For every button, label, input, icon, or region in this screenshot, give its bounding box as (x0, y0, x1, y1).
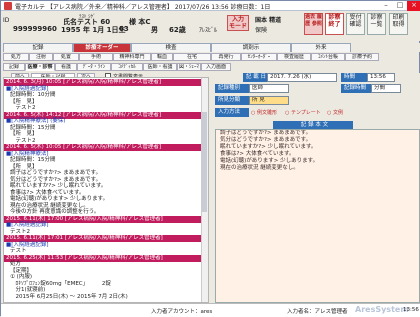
subtab-exam-history[interactable]: 検査履歴 (277, 53, 311, 61)
subtab-input[interactable]: 入力画面 (201, 63, 231, 71)
tab-exam[interactable]: 検査 (131, 43, 211, 52)
editor-line: 調子はどうですか?> まあまあです。 (220, 130, 312, 136)
editor-line: 現在の治療状況 継続変更なし。 (220, 165, 299, 171)
duration-label: 記録時間 (341, 84, 371, 93)
app-window: 電子カルテ 【アレス病院／外来／精神科／アレス管理者】 2017/07/26 1… (0, 0, 420, 317)
subtab-comment[interactable]: ｺﾒﾝﾄ台帳 (311, 53, 345, 61)
status-time: 13:56 (403, 307, 419, 313)
exam-list-button[interactable]: 診察 一覧 (367, 13, 386, 35)
patient-sex: 男 (151, 26, 158, 34)
status-bar: 入力者アカウント：ares 入力者名：アレス管理者 AresSystem 13:… (1, 303, 420, 317)
subtab-nursing[interactable]: 看護 (55, 63, 77, 71)
input-mode-button[interactable]: 入力 モード (227, 15, 249, 31)
subtab-reserve[interactable]: 診療予約 (345, 53, 379, 61)
input-opt-template[interactable]: ○ 例文雛形 (251, 109, 277, 116)
scroll-thumb[interactable] (202, 112, 207, 212)
reception-button[interactable]: 受付 確認 (346, 13, 365, 35)
input-opt-tmpl[interactable]: ○ テンプレート (285, 109, 321, 116)
print-button[interactable]: 印刷 取得 (389, 13, 408, 35)
tab-orders[interactable]: 診療オーダー (73, 43, 131, 52)
window-title: 電子カルテ 【アレス病院／外来／精神科／アレス管理者】 2017/07/26 1… (15, 4, 271, 11)
maximize-icon[interactable]: □ (393, 1, 407, 11)
record-line: 2015年 6月25日(木) ～ 2015年 7月 2日(木) (10, 293, 128, 300)
minimize-icon[interactable]: – (379, 1, 393, 11)
insurance-sub: 保険 (255, 27, 268, 34)
date-field[interactable]: 2017. 7.26 (水) (267, 73, 337, 82)
patient-doctor: 様 本C (129, 18, 151, 26)
subtab-inject[interactable]: 注射 (29, 53, 53, 61)
tab-records[interactable]: 記録 (3, 43, 73, 52)
status-account: 入力者アカウント：ares (151, 309, 213, 315)
tab-outpatient[interactable]: 外来 (291, 43, 351, 52)
subtab-center[interactable]: ｾﾝﾀｰｵｰﾀﾞｰ (241, 53, 277, 61)
time-label: 時間 (341, 73, 367, 82)
order-subtabs: 処方 注射 処置 手術 精神科専門 輸血 在宅 再発行 ｾﾝﾀｰｵｰﾀﾞｰ 検査… (1, 53, 420, 62)
editor-line: 電話(幻聴)があります> 少しあります。 (220, 158, 319, 164)
type-select[interactable]: 医師 (249, 84, 289, 93)
editor-line: 食事は?> 大体食べています。 (220, 151, 295, 157)
insurance-name: 国本 精道 (255, 17, 282, 24)
type-label: 記録種別 (215, 84, 249, 93)
subtab-home[interactable]: 在宅 (173, 53, 211, 61)
category-label: 所見分類 (215, 96, 249, 105)
record-scrollbar[interactable] (201, 78, 208, 302)
subtab-procedure[interactable]: 処置 (53, 53, 79, 61)
close-icon[interactable]: × (407, 1, 420, 11)
record-subtabs: 記録 医療・診察 看護 ﾃﾞｰﾀ・ﾗｲﾝ ｺﾒﾃﾞｨｶﾙ 医師・看護 図・ｼｪｰ… (1, 63, 420, 72)
history-button[interactable]: 過去 履歴 参照 (304, 13, 323, 35)
patient-age-years: 62歳 (169, 26, 186, 34)
status-user: 入力者名：アレス管理者 (287, 309, 348, 315)
patient-id-label: ID (3, 17, 10, 24)
watermark: AresSystem (355, 305, 409, 314)
title-bar: 電子カルテ 【アレス病院／外来／精神科／アレス管理者】 2017/07/26 1… (1, 1, 420, 11)
subtab-schema[interactable]: 図・ｼｪｰﾏ (177, 63, 201, 71)
patient-name: 氏名テスト 60 (63, 18, 111, 26)
subtab-surgery[interactable]: 手術 (79, 53, 113, 61)
app-icon (4, 2, 12, 10)
input-opt-example[interactable]: ○ 文例 (327, 109, 343, 116)
patient-age: 63 (119, 25, 129, 33)
subtab-reissue[interactable]: 再発行 (211, 53, 241, 61)
subtab-rx[interactable]: 処方 (3, 53, 29, 61)
subtab-doctor-nurse[interactable]: 医師・看護 (143, 63, 177, 71)
patient-ward: ｱﾚｽﾋﾞﾙ (199, 27, 218, 34)
main-tab-bar: 記録 診療オーダー 検査 調剤示 外来 (1, 43, 420, 52)
tab-dispense[interactable]: 調剤示 (211, 43, 291, 52)
duration-field[interactable]: 分間 (371, 84, 401, 93)
subtab-dataline[interactable]: ﾃﾞｰﾀ・ﾗｲﾝ (77, 63, 111, 71)
time-field[interactable]: 13:56 (367, 73, 395, 82)
editor-line: 気分はどうですか?> まあまあです。 (220, 137, 312, 143)
record-list[interactable]: 2014. 6. 3(月) 10:05 [アレス病院/入院/精神科/アレス管理者… (3, 77, 209, 303)
record-body-editor[interactable]: 調子はどうですか?> まあまあです。 気分はどうですか?> まあまあです。 眠れてい… (215, 129, 420, 303)
subtab-record[interactable]: 記録 (3, 63, 25, 71)
input-method-label: 入力方法 (215, 108, 249, 117)
patient-id: 999999960 (13, 25, 57, 33)
date-label: 記 載 日 (243, 73, 267, 82)
patient-header: ID 999999960 1955 年 1月 1日生 63 ﾃｽﾄ ｼｹﾞ 氏名… (1, 11, 420, 41)
subtab-psych[interactable]: 精神科専門 (113, 53, 151, 61)
subtab-transfusion[interactable]: 輸血 (151, 53, 173, 61)
end-exam-button[interactable]: 診察 終了 (325, 13, 344, 35)
subtab-medical[interactable]: 医療・診察 (25, 63, 55, 71)
editor-line: 眠れていますか?> 少し眠れています。 (220, 144, 317, 150)
category-select[interactable]: 所 見 (249, 96, 289, 105)
subtab-comedical[interactable]: ｺﾒﾃﾞｨｶﾙ (111, 63, 143, 71)
